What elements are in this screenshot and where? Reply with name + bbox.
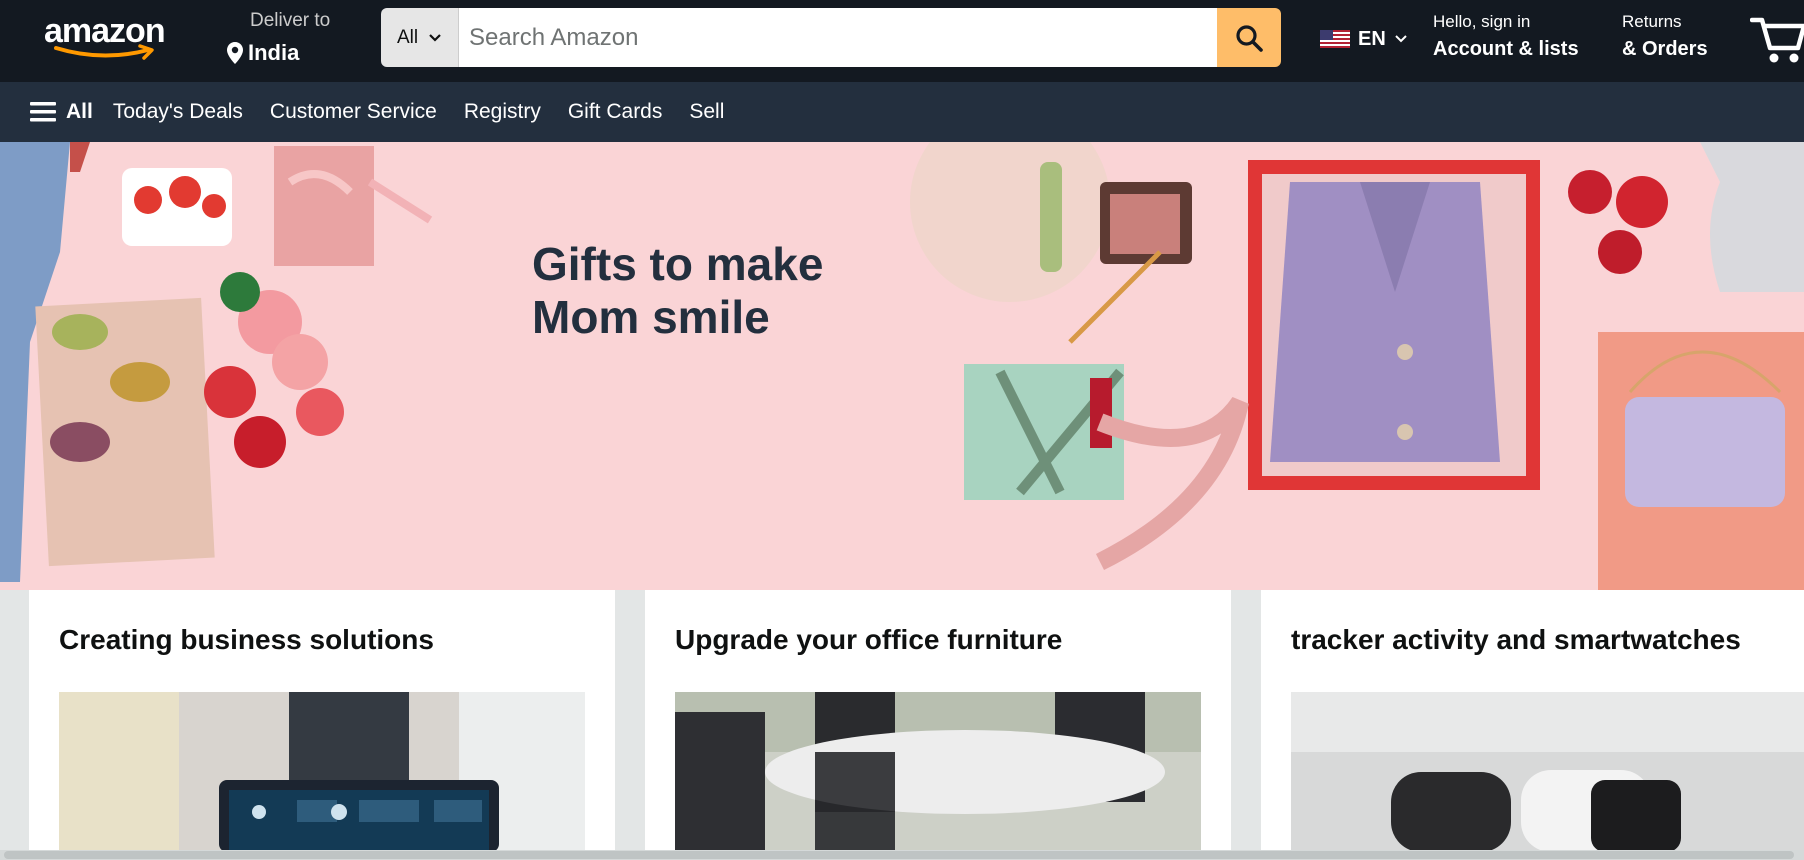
cart-icon[interactable]	[1750, 10, 1804, 66]
orders-label: & Orders	[1622, 38, 1708, 60]
deliver-location-row: India	[226, 40, 299, 66]
card-image-smartwatches[interactable]	[1291, 692, 1804, 850]
scrollbar-thumb[interactable]	[4, 851, 1794, 859]
card-business-solutions[interactable]: Creating business solutions	[29, 590, 615, 850]
nav-bar: All Today's Deals Customer Service Regis…	[0, 82, 1804, 142]
card-title: Upgrade your office furniture	[675, 624, 1063, 655]
search-category-dropdown[interactable]: All	[381, 8, 459, 67]
card-smartwatches[interactable]: tracker activity and smartwatches	[1261, 590, 1804, 850]
language-selector[interactable]: EN	[1320, 24, 1408, 54]
deliver-to-location[interactable]: Deliver to India	[226, 8, 356, 68]
chevron-down-icon	[1395, 35, 1407, 43]
hero-title-line1: Gifts to make	[532, 238, 824, 290]
amazon-logo[interactable]: amazon	[38, 8, 178, 60]
pin-icon	[227, 42, 243, 64]
account-menu[interactable]: Hello, sign in Account & lists	[1433, 12, 1583, 61]
deliver-label: Deliver to	[250, 10, 331, 31]
hero-decorative-image	[0, 142, 1804, 590]
deliver-location: India	[248, 40, 300, 65]
hero-banner[interactable]: Gifts to make Mom smile	[0, 142, 1804, 590]
top-header: amazon Deliver to India All Search Amazo…	[0, 0, 1804, 82]
logo-smile-icon	[54, 44, 154, 60]
nav-item-customer-service[interactable]: Customer Service	[270, 100, 437, 124]
search-input[interactable]	[459, 8, 1217, 67]
card-image-business[interactable]	[59, 692, 585, 850]
nav-item-todays-deals[interactable]: Today's Deals	[113, 100, 243, 124]
returns-label: Returns	[1622, 12, 1682, 31]
search-category-label: All	[396, 26, 419, 48]
nav-item-gift-cards[interactable]: Gift Cards	[568, 100, 663, 124]
card-image-furniture[interactable]	[675, 692, 1201, 850]
account-label: Account & lists	[1433, 38, 1579, 60]
search-icon	[1236, 24, 1263, 52]
language-label: EN	[1358, 27, 1386, 50]
hamburger-icon	[30, 102, 56, 122]
hero-title-line2: Mom smile	[532, 291, 770, 343]
nav-item-registry[interactable]: Registry	[464, 100, 541, 124]
hero-title: Gifts to make Mom smile	[532, 238, 892, 344]
card-office-furniture[interactable]: Upgrade your office furniture	[645, 590, 1231, 850]
card-title: tracker activity and smartwatches	[1291, 624, 1741, 655]
business-laptop-image	[59, 692, 585, 850]
smartwatches-image	[1291, 692, 1804, 850]
nav-item-sell[interactable]: Sell	[689, 100, 724, 124]
returns-orders-link[interactable]: Returns & Orders	[1622, 12, 1732, 61]
nav-all-menu[interactable]: All	[30, 100, 93, 124]
chevron-down-icon	[429, 33, 441, 42]
nav-all-label: All	[66, 100, 93, 123]
card-title: Creating business solutions	[59, 624, 434, 655]
search-button[interactable]	[1217, 8, 1281, 67]
office-chairs-image	[675, 692, 1201, 850]
search-bar: All	[381, 8, 1281, 67]
us-flag-icon	[1320, 30, 1350, 48]
account-greeting: Hello, sign in	[1433, 12, 1531, 31]
horizontal-scrollbar[interactable]	[0, 850, 1804, 860]
